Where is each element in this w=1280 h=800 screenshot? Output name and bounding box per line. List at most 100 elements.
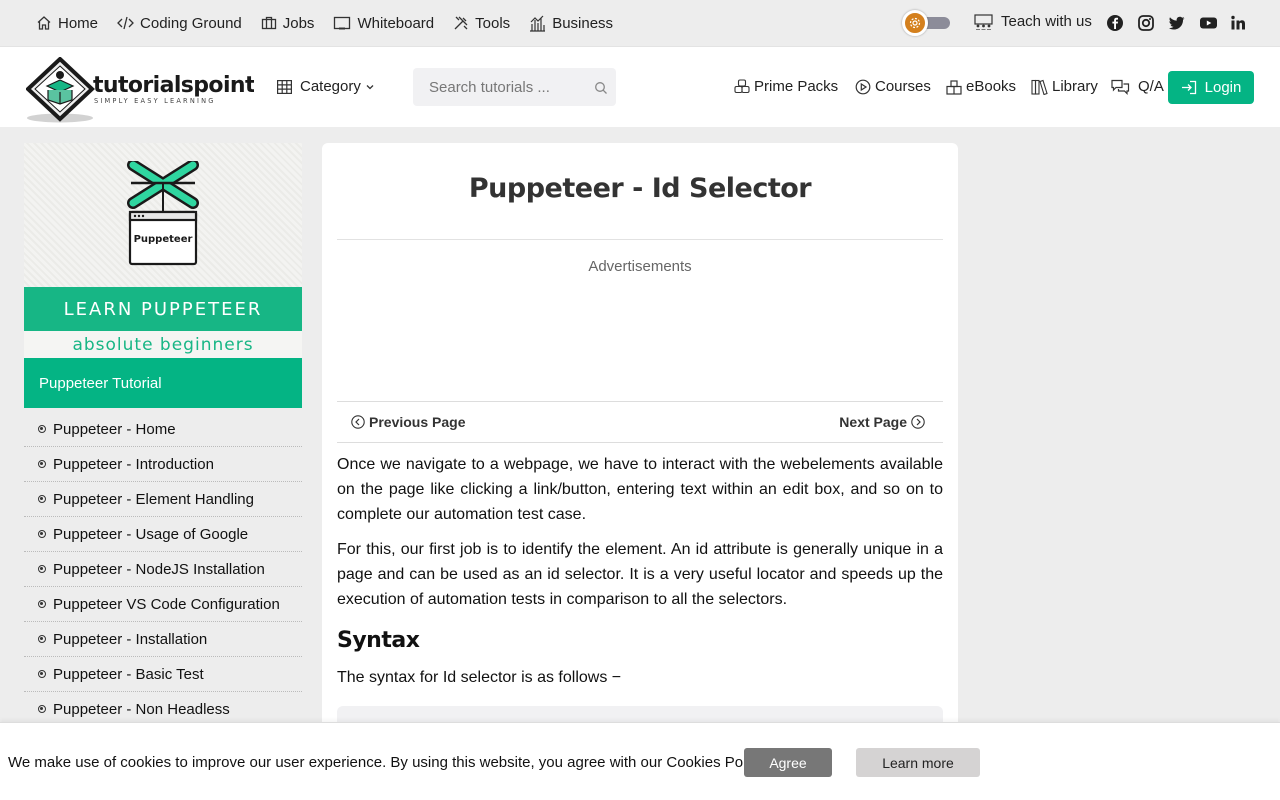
nav-qa[interactable]: Q/A — [1111, 78, 1164, 95]
topnav-coding-ground[interactable]: Coding Ground — [117, 15, 242, 32]
sidebar-heading[interactable]: Puppeteer Tutorial — [24, 358, 302, 408]
linkedin-icon[interactable] — [1230, 14, 1246, 32]
bullet-icon — [38, 530, 46, 538]
briefcase-icon — [261, 16, 276, 30]
topnav-business-label: Business — [552, 14, 614, 32]
topnav-whiteboard-label: Whiteboard — [357, 14, 435, 32]
sidebar-item-label: Puppeteer - NodeJS Installation — [53, 560, 265, 578]
top-bar: Home Coding Ground Jobs Whiteboard Tools… — [0, 0, 1280, 46]
sidebar-item-label: Puppeteer VS Code Configuration — [53, 595, 280, 613]
category-label: Category — [300, 78, 361, 95]
sidebar-item-label: Puppeteer - Element Handling — [53, 490, 254, 508]
page-title: Puppeteer - Id Selector — [468, 173, 812, 204]
banner-subtitle: absolute beginners — [24, 331, 302, 358]
bullet-icon — [38, 425, 46, 433]
home-icon — [37, 16, 51, 30]
nav-library-label: Library — [1052, 78, 1098, 95]
syntax-heading: Syntax — [337, 628, 420, 653]
sidebar-item-introduction[interactable]: Puppeteer - Introduction — [24, 447, 302, 482]
main-content: Puppeteer - Id Selector Advertisements P… — [322, 143, 958, 800]
learn-more-button[interactable]: Learn more — [856, 748, 980, 777]
nav-qa-label: Q/A — [1138, 78, 1164, 95]
previous-page-link[interactable]: Previous Page — [351, 414, 466, 430]
whiteboard-icon — [334, 16, 351, 30]
category-dropdown[interactable]: Category — [277, 78, 376, 95]
banner-logo-label: Puppeteer — [134, 234, 193, 245]
chevron-right-circle-icon — [911, 415, 925, 429]
search-input[interactable] — [413, 68, 616, 106]
bullet-icon — [38, 460, 46, 468]
sidebar-item-element-handling[interactable]: Puppeteer - Element Handling — [24, 482, 302, 517]
sidebar: Puppeteer LEARN PUPPETEER absolute begin… — [24, 143, 302, 727]
bullet-icon — [38, 635, 46, 643]
sidebar-item-home[interactable]: Puppeteer - Home — [24, 408, 302, 447]
bullet-icon — [38, 705, 46, 713]
tools-icon — [454, 16, 468, 30]
topnav-whiteboard[interactable]: Whiteboard — [333, 15, 434, 32]
nav-prime-packs-label: Prime Packs — [754, 78, 839, 95]
nav-ebooks[interactable]: eBooks — [946, 78, 1016, 95]
chat-icon — [1111, 79, 1130, 95]
toggle-knob — [902, 10, 928, 36]
chart-icon — [530, 15, 546, 32]
nav-library[interactable]: Library — [1031, 78, 1098, 95]
banner-title: LEARN PUPPETEER — [24, 287, 302, 331]
sidebar-item-vs-code-configuration[interactable]: Puppeteer VS Code Configuration — [24, 587, 302, 622]
course-banner[interactable]: Puppeteer LEARN PUPPETEER absolute begin… — [24, 143, 302, 358]
sidebar-item-nodejs-installation[interactable]: Puppeteer - NodeJS Installation — [24, 552, 302, 587]
next-page-link[interactable]: Next Page — [839, 414, 925, 430]
title-divider — [337, 239, 943, 240]
sidebar-item-basic-test[interactable]: Puppeteer - Basic Test — [24, 657, 302, 692]
chevron-left-circle-icon — [351, 415, 365, 429]
bullet-icon — [38, 495, 46, 503]
youtube-icon[interactable] — [1199, 14, 1218, 32]
chevron-down-icon — [366, 84, 374, 89]
teach-icon — [974, 13, 993, 30]
topnav-tools[interactable]: Tools — [453, 15, 510, 32]
teach-with-us-link[interactable]: Teach with us — [974, 13, 1092, 30]
nav-courses-label: Courses — [875, 78, 931, 95]
packs-icon — [734, 79, 750, 94]
sidebar-item-installation[interactable]: Puppeteer - Installation — [24, 622, 302, 657]
ebook-icon — [946, 79, 962, 95]
topnav-jobs[interactable]: Jobs — [261, 15, 314, 32]
sidebar-list: Puppeteer - Home Puppeteer - Introductio… — [24, 408, 302, 727]
sidebar-item-label: Puppeteer - Introduction — [53, 455, 214, 473]
theme-toggle[interactable] — [902, 10, 950, 36]
topnav-home[interactable]: Home — [36, 15, 98, 32]
topnav-business[interactable]: Business — [529, 15, 613, 32]
paragraph: For this, our first job is to identify t… — [337, 541, 943, 608]
logo-text: tutorialspoint — [93, 73, 254, 98]
tutorialspoint-logo[interactable]: tutorialspoint SIMPLY EASY LEARNING — [26, 57, 254, 123]
library-icon — [1031, 79, 1048, 95]
syntax-intro: The syntax for Id selector is as follows… — [337, 669, 622, 686]
search-icon[interactable] — [594, 81, 608, 95]
instagram-icon[interactable] — [1137, 14, 1155, 32]
bullet-icon — [38, 670, 46, 678]
sidebar-item-label: Puppeteer - Installation — [53, 630, 208, 648]
paragraph: Once we navigate to a webpage, we have t… — [337, 456, 943, 523]
cookie-banner: We make use of cookies to improve our us… — [0, 722, 1280, 800]
sidebar-item-label: Puppeteer - Non Headless — [53, 700, 230, 718]
sidebar-item-label: Puppeteer - Basic Test — [53, 665, 204, 683]
nav-ebooks-label: eBooks — [966, 78, 1017, 95]
search-box — [413, 68, 616, 106]
bullet-icon — [38, 600, 46, 608]
twitter-icon[interactable] — [1168, 14, 1186, 32]
login-icon — [1181, 80, 1196, 95]
facebook-icon[interactable] — [1106, 14, 1124, 32]
play-circle-icon — [855, 79, 871, 94]
nav-prime-packs[interactable]: Prime Packs — [734, 78, 838, 95]
sidebar-item-usage-of-google[interactable]: Puppeteer - Usage of Google — [24, 517, 302, 552]
previous-page-label: Previous Page — [369, 414, 466, 430]
teach-label: Teach with us — [1001, 13, 1092, 30]
topnav-coding-ground-label: Coding Ground — [140, 14, 242, 32]
next-page-label: Next Page — [839, 414, 907, 430]
page-navigation: Previous Page Next Page — [337, 401, 943, 443]
top-nav: Home Coding Ground Jobs Whiteboard Tools… — [36, 15, 632, 32]
agree-button[interactable]: Agree — [744, 748, 832, 777]
nav-courses[interactable]: Courses — [855, 78, 931, 95]
sidebar-item-label: Puppeteer - Usage of Google — [53, 525, 249, 543]
login-button[interactable]: Login — [1168, 71, 1254, 104]
ads-label: Advertisements — [588, 258, 692, 275]
